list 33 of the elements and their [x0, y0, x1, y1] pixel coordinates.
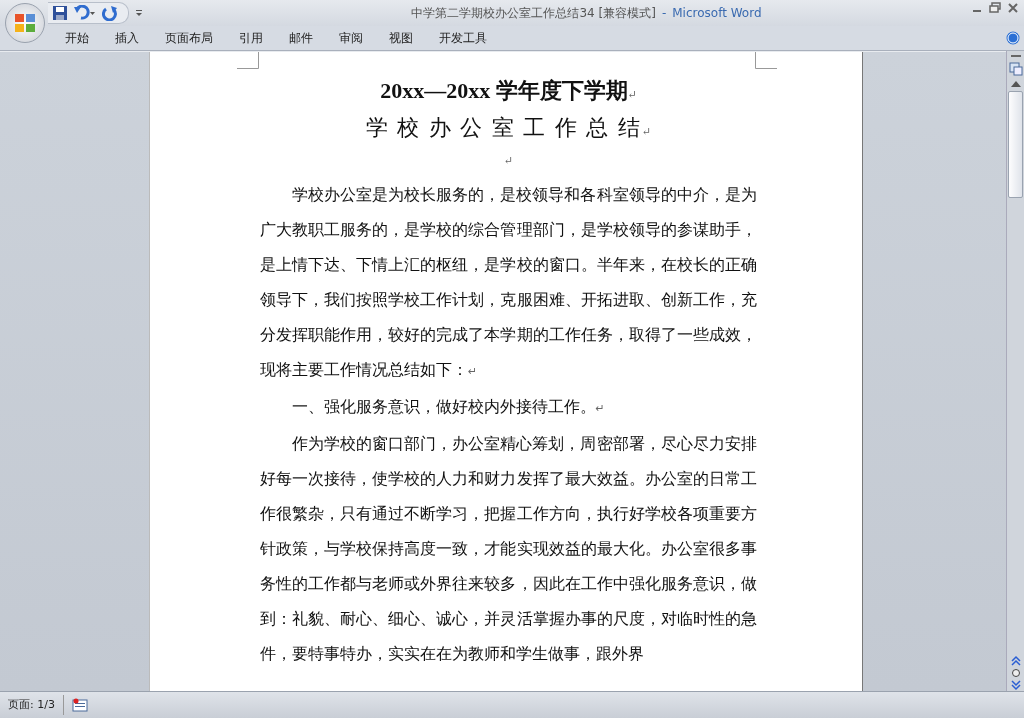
paragraph-mark: ↵	[641, 125, 652, 137]
scroll-thumb[interactable]	[1008, 91, 1023, 198]
paragraph: 作为学校的窗口部门，办公室精心筹划，周密部署，尽心尽力安排好每一次接待，使学校的人力和财力发挥了最大效益。办公室的日常工作很繁杂，只有通过不断学习，把握工作方向，执行好学校各项重要方针政策，与学校保持高度一致，才能实现效益的最大化。办公室很多事务性的工作都与老师或外界往来较多，因此在工作中强化服务意识，做到：礼貌、耐心、细心、诚心，并灵活掌握办事的尺度，对临时性的急件，要特事特办，实实在在为教师和学生做事，跟外界	[260, 433, 757, 665]
paragraph-mark: ↵	[503, 154, 514, 166]
document-title: 学 校 办 公 室 工 作 总 结	[365, 115, 642, 140]
corner-mark-icon	[755, 52, 777, 69]
paragraph: 一、强化服务意识，做好校内外接待工作。↵	[290, 396, 606, 418]
ribbon-tab[interactable]: 插入	[102, 29, 152, 47]
paragraph-mark: ↵	[627, 88, 637, 100]
title-separator: -	[661, 5, 667, 20]
document-check-icon[interactable]	[71, 698, 88, 712]
vertical-scrollbar[interactable]	[1006, 51, 1024, 691]
ribbon-tab[interactable]: 视图	[376, 29, 426, 47]
ribbon-tab[interactable]: 开发工具	[426, 29, 500, 47]
close-icon[interactable]	[1006, 2, 1020, 14]
redo-icon[interactable]	[102, 5, 118, 21]
view-ruler-icon[interactable]	[1007, 61, 1024, 77]
customize-toolbar-icon[interactable]	[135, 9, 143, 17]
ribbon-tab[interactable]: 审阅	[326, 29, 376, 47]
app-name: Microsoft Word	[672, 5, 762, 20]
paragraph: 学校办公室是为校长服务的，是校领导和各科室领导的中介，是为广大教职工服务的，是学校的综合管理部门，是学校领导的参谋助手，是上情下达、下情上汇的枢纽，是学校的窗口。半年来，在校长的正确领导下，我们按照学校工作计划，克服困难、开拓进取、创新工作，充分发挥职能作用，较好的完成了本学期的工作任务，取得了一些成效，现将主要工作情况总结如下：↵	[260, 184, 757, 381]
undo-icon[interactable]	[74, 5, 96, 21]
corner-mark-icon	[237, 52, 259, 69]
restore-icon[interactable]	[988, 2, 1002, 14]
save-icon[interactable]	[52, 5, 68, 21]
document-title: 20xx—20xx 学年度下学期	[380, 78, 628, 103]
office-button[interactable]	[5, 3, 45, 43]
ribbon-tab[interactable]: 开始	[52, 29, 102, 47]
ribbon-tab[interactable]: 引用	[226, 29, 276, 47]
page-indicator[interactable]: 页面: 1/3	[0, 695, 64, 715]
ribbon-tab[interactable]: 邮件	[276, 29, 326, 47]
ribbon-tab[interactable]: 页面布局	[152, 29, 226, 47]
window-title: 中学第二学期校办公室工作总结34 [兼容模式]	[411, 5, 656, 20]
